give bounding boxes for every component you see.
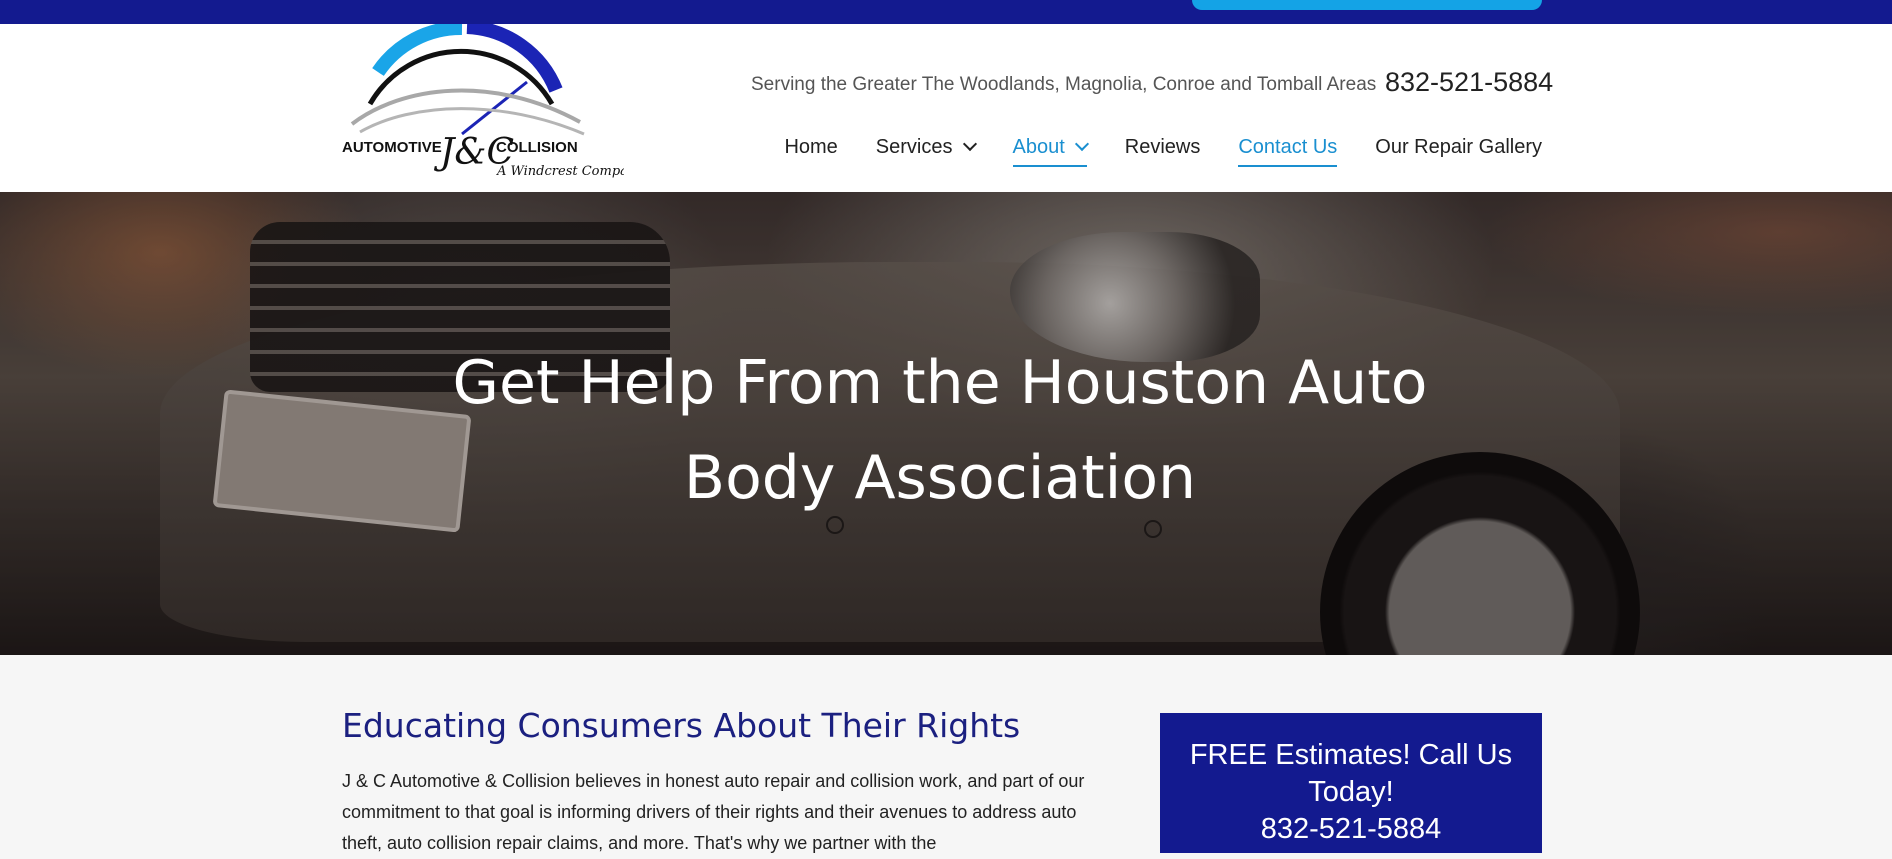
nav-home[interactable]: Home <box>784 136 837 167</box>
chevron-down-icon <box>1074 136 1089 152</box>
top-bar <box>0 0 1892 24</box>
cta-phone-link[interactable]: 832-521-5884 <box>1160 811 1542 848</box>
main-nav: Home Services About Reviews Contact Us O… <box>784 136 1542 167</box>
nav-repair-gallery[interactable]: Our Repair Gallery <box>1375 136 1542 167</box>
company-logo[interactable]: AUTOMOTIVE J&C COLLISION A Windcrest Com… <box>342 20 644 184</box>
nav-contact-us[interactable]: Contact Us <box>1238 136 1337 167</box>
nav-services[interactable]: Services <box>875 136 977 167</box>
section-heading: Educating Consumers About Their Rights <box>342 706 1021 745</box>
nav-about[interactable]: About <box>1012 136 1089 167</box>
brand-name-left: AUTOMOTIVE <box>342 139 442 156</box>
hero-title: Get Help From the Houston Auto Body Asso… <box>452 348 1428 513</box>
nav-about-label: About <box>1012 136 1065 158</box>
nav-contact-us-label: Contact Us <box>1238 136 1338 158</box>
nav-reviews-label: Reviews <box>1124 136 1201 158</box>
top-bar-button[interactable] <box>1192 0 1542 10</box>
free-estimate-callout[interactable]: FREE Estimates! Call Us Today! 832-521-5… <box>1160 713 1542 853</box>
service-area-tagline: Serving the Greater The Woodlands, Magno… <box>751 74 1377 95</box>
brand-subtitle: A Windcrest Company <box>496 164 624 179</box>
hero-banner: Get Help From the Houston Auto Body Asso… <box>0 192 1892 655</box>
section-body-text: J & C Automotive & Collision believes in… <box>342 771 1085 853</box>
brand-name-right: COLLISION <box>496 139 578 156</box>
site-header: AUTOMOTIVE J&C COLLISION A Windcrest Com… <box>0 20 1892 192</box>
nav-repair-gallery-label: Our Repair Gallery <box>1375 136 1542 158</box>
cta-text: FREE Estimates! Call Us Today! <box>1189 739 1513 808</box>
header-phone-link[interactable]: 832-521-5884 <box>1385 67 1553 98</box>
nav-home-label: Home <box>784 136 838 158</box>
chevron-down-icon <box>962 136 977 152</box>
nav-services-label: Services <box>875 136 953 158</box>
nav-reviews[interactable]: Reviews <box>1125 136 1201 167</box>
